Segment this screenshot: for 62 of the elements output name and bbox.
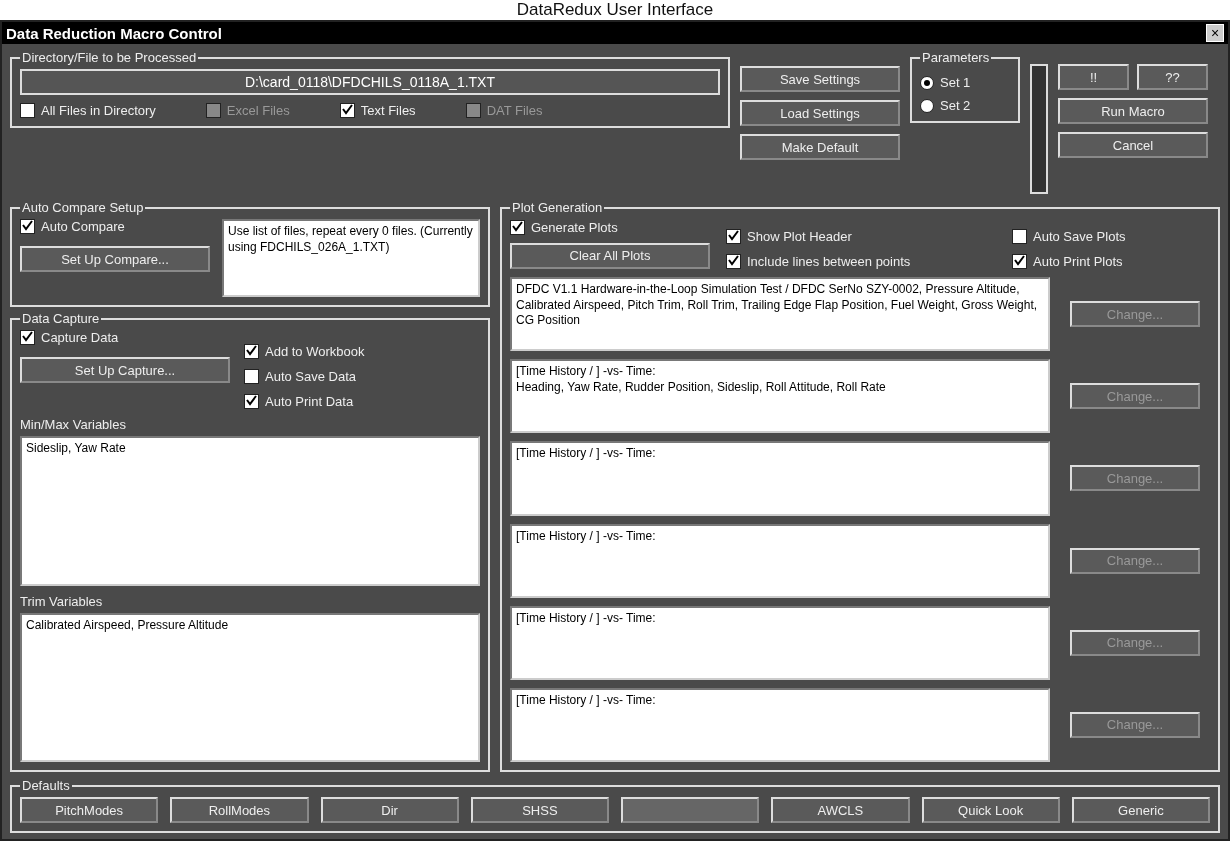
window-title: Data Reduction Macro Control — [6, 24, 222, 42]
settings-button[interactable]: Make Default — [740, 134, 900, 160]
clear-plots-button[interactable]: Clear All Plots — [510, 242, 710, 269]
check-icon — [1014, 255, 1025, 266]
checkbox[interactable]: Capture Data — [20, 330, 230, 345]
setup-button[interactable]: Set Up Compare... — [20, 246, 210, 272]
defaults-button[interactable]: Generic — [1071, 797, 1210, 823]
checkbox[interactable]: Add to Workbook — [244, 344, 365, 359]
list-label: Min/Max Variables — [20, 417, 127, 432]
checkbox[interactable]: Generate Plots — [510, 219, 710, 235]
check-icon — [22, 220, 33, 231]
checkbox[interactable]: Include lines between points — [726, 254, 996, 269]
plot-description[interactable]: [Time History / ] -vs- Time: Heading, Yaw Rate, Rudder Position, Sideslip, Roll Attitude, Roll Rate — [510, 359, 1050, 434]
checkbox[interactable]: Text Files — [339, 103, 416, 118]
variables-box[interactable]: Sideslip, Yaw Rate — [20, 436, 480, 586]
plot-description[interactable]: [Time History / ] -vs- Time: — [510, 523, 1050, 598]
group-label: Plot Generation — [511, 200, 604, 215]
variables-box[interactable]: Calibrated Airspeed, Pressure Altitude — [20, 612, 480, 762]
compare-note: Use list of files, repeat every 0 files. (Currently using FDCHILS_026A_1.TXT) — [222, 219, 480, 297]
defaults-button[interactable]: Quick Look — [921, 797, 1060, 823]
radio-button[interactable]: Set 2 — [920, 98, 1010, 113]
check-icon — [246, 345, 257, 356]
defaults-button[interactable]: AWCLS — [771, 797, 910, 823]
dialog-button[interactable]: Run Macro — [1058, 98, 1208, 124]
setup-button[interactable]: Set Up Capture... — [20, 357, 230, 383]
check-icon — [728, 255, 739, 266]
group-label: Auto Compare Setup — [21, 200, 145, 215]
check-icon — [22, 331, 33, 342]
checkbox[interactable]: All Files in Directory — [20, 103, 156, 118]
toolbar-button[interactable]: !! — [1058, 64, 1129, 90]
defaults-button[interactable]: PitchModes — [20, 797, 159, 823]
check-icon — [512, 220, 523, 232]
checkbox[interactable]: Auto Save Data — [244, 369, 365, 384]
close-button[interactable]: × — [1206, 24, 1224, 42]
caption: DataRedux User Interface — [515, 0, 715, 20]
checkbox[interactable]: Auto Print Data — [244, 394, 365, 409]
defaults-button[interactable]: SHSS — [470, 797, 609, 823]
defaults-button[interactable]: Dir — [320, 797, 459, 823]
checkbox[interactable]: Show Plot Header — [726, 229, 996, 244]
plot-description[interactable]: [Time History / ] -vs- Time: — [510, 605, 1050, 680]
check-icon — [341, 104, 353, 115]
plot-description[interactable]: [Time History / ] -vs- Time: — [510, 687, 1050, 763]
check-icon — [246, 395, 257, 406]
settings-button[interactable]: Load Settings — [740, 100, 900, 126]
group-label: Data Capture — [21, 311, 101, 326]
toolbar-button[interactable]: ?? — [1137, 64, 1208, 90]
check-icon — [728, 230, 739, 241]
dialog-button[interactable]: Cancel — [1058, 132, 1208, 158]
group-label: Parameters — [921, 50, 991, 65]
plot-description[interactable]: DFDC V1.1 Hardware-in-the-Loop Simulation Test / DFDC SerNo SZY-0002, Pressure Altitude, Calibrated Airspeed, Pitch Trim, Roll Trim, Trailing Edge Flap Position, Fuel Weight, Gross Weight, CG Position — [510, 277, 1050, 352]
list-label: Trim Variables — [20, 593, 104, 609]
defaults-button[interactable]: RollModes — [170, 797, 309, 823]
defaults-button[interactable] — [621, 797, 760, 823]
file-path-field[interactable]: D:\card_0118\DFDCHILS_0118A_1.TXT — [20, 69, 720, 95]
checkbox[interactable]: Auto Compare — [20, 219, 210, 234]
radio-button[interactable]: Set 1 — [920, 75, 1010, 90]
group-label: Defaults — [21, 778, 71, 793]
plot-description[interactable]: [Time History / ] -vs- Time: — [510, 441, 1050, 516]
group-label: Directory/File to be Processed — [21, 50, 198, 65]
settings-button[interactable]: Save Settings — [740, 66, 900, 92]
checkbox[interactable]: Auto Print Plots — [1012, 254, 1126, 269]
checkbox[interactable]: Auto Save Plots — [1012, 229, 1126, 244]
